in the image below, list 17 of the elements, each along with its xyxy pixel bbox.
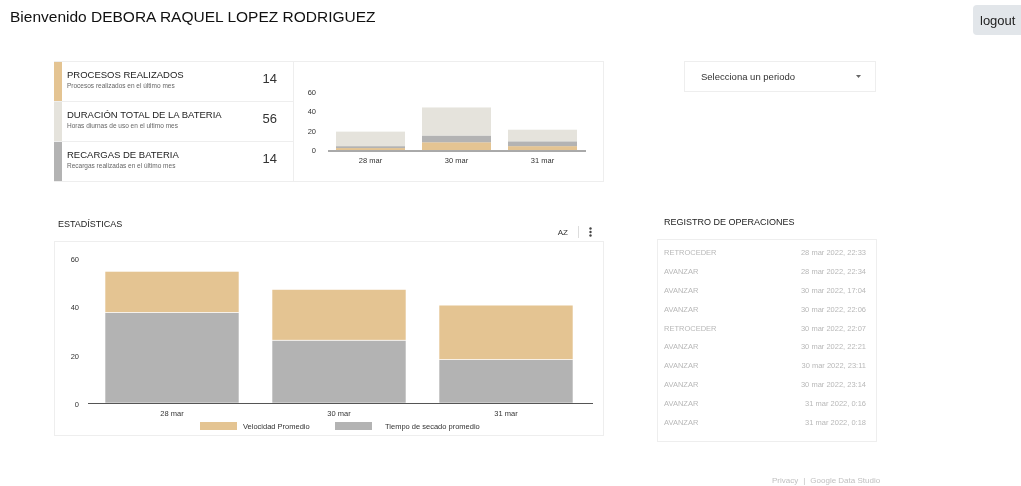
legend-swatch: [335, 422, 372, 430]
caret-icon: [856, 75, 861, 78]
scorecard-value: 14: [262, 71, 277, 86]
sort-button[interactable]: AZ: [557, 227, 568, 237]
legend-swatch: [200, 422, 237, 430]
more-options-icon[interactable]: [589, 227, 592, 237]
logout-button[interactable]: logout: [973, 5, 1021, 35]
section-title: REGISTRO DE OPERACIONES: [664, 217, 796, 229]
scorecard-value: 14: [262, 151, 277, 166]
welcome-title: Bienvenido DEBORA RAQUEL LOPEZ RODRIGUEZ: [10, 8, 376, 26]
period-dropdown[interactable]: Selecciona un periodo: [684, 61, 876, 92]
separator: |: [803, 476, 806, 485]
scorecard-title: DURACIÓN TOTAL DE LA BATERIA: [67, 108, 223, 120]
section-title: ESTADÍSTICAS: [58, 219, 123, 229]
scorecard-value: 56: [262, 111, 277, 126]
scorecard-title: PROCESOS REALIZADOS: [67, 68, 185, 80]
scorecard-title: RECARGAS DE BATERIA: [67, 148, 180, 160]
